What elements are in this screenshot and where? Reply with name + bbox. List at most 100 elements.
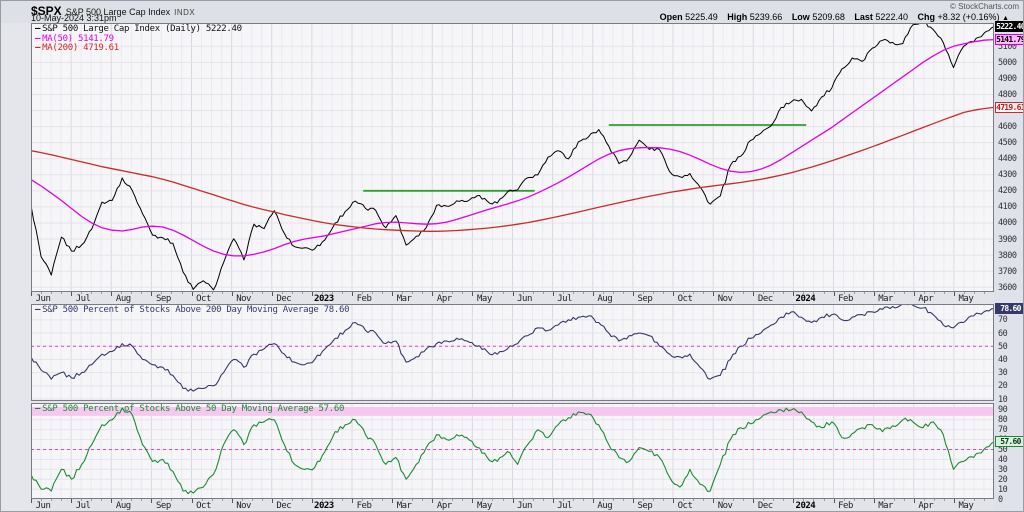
axis-tick <box>864 499 865 501</box>
high-value: 5239.66 <box>750 12 783 22</box>
breadth-50-plot <box>31 403 994 499</box>
month-label: Apr <box>427 294 461 304</box>
month-axis-bottom: JunJulAugSepOctNovDec2023FebMarAprMayJun… <box>31 499 994 512</box>
panel-legend: —S&P 500 Percent of Stocks Above 200 Day… <box>35 306 349 316</box>
axis-tick <box>904 292 905 294</box>
high-label: High <box>727 12 747 22</box>
month-label: Feb <box>829 501 863 511</box>
low-value: 5209.68 <box>812 12 845 22</box>
month-label: Mar <box>869 501 903 511</box>
month-label: Oct <box>187 294 221 304</box>
y-tick-label: 80 <box>998 415 1007 425</box>
axis-tick <box>342 292 343 294</box>
month-label: Aug <box>106 501 140 511</box>
legend-dash-icon: — <box>35 24 40 34</box>
exchange-label: INDX <box>174 8 195 17</box>
open-label: Open <box>660 12 683 22</box>
y-tick-label: 50 <box>998 342 1007 352</box>
legend-dash-icon: — <box>35 305 40 315</box>
price-plot <box>31 23 994 292</box>
month-label: Oct <box>668 294 702 304</box>
axis-tick <box>944 499 945 501</box>
chart-header: $SPXS&P 500 Large Cap IndexINDX © StockC… <box>1 1 1023 23</box>
left-gutter <box>1 23 31 512</box>
axis-tick <box>543 499 544 501</box>
last-value-box: 78.60 <box>995 303 1024 314</box>
axis-tick <box>583 292 584 294</box>
axis-tick <box>663 499 664 501</box>
month-label: Feb <box>347 501 381 511</box>
month-label: Jul <box>548 501 582 511</box>
month-label: Nov <box>708 294 742 304</box>
y-tick-label: 4000 <box>998 218 1016 228</box>
axis-tick <box>543 292 544 294</box>
legend-dash-icon: — <box>35 43 40 53</box>
chg-label: Chg <box>917 12 935 22</box>
month-label: Sep <box>628 294 662 304</box>
legend-label: MA(50) 5141.79 <box>42 34 114 44</box>
axis-tick <box>984 292 985 294</box>
axis-tick <box>984 499 985 501</box>
month-label: Jun <box>508 294 542 304</box>
y-tick-label: 10 <box>998 485 1007 495</box>
month-label: Apr <box>909 501 943 511</box>
stockcharts-spx-chart: $SPXS&P 500 Large Cap IndexINDX © StockC… <box>0 0 1024 512</box>
axis-tick <box>302 499 303 501</box>
y-tick-label: 3600 <box>998 283 1016 293</box>
month-label: Dec <box>748 501 782 511</box>
month-label: May <box>467 294 501 304</box>
month-label: Sep <box>146 501 180 511</box>
y-tick-label: 4900 <box>998 74 1016 84</box>
month-label: Aug <box>588 501 622 511</box>
axis-tick <box>222 499 223 501</box>
month-axis-top: JunJulAugSepOctNovDec2023FebMarAprMayJun… <box>31 292 994 304</box>
y-tick-label: 90 <box>998 405 1007 415</box>
y-tick-label: 3700 <box>998 267 1016 277</box>
y-tick-label: 30 <box>998 368 1007 378</box>
datetime-label: 10-May-2024 3:31pm <box>31 13 117 23</box>
month-label: Jun <box>508 501 542 511</box>
axis-tick <box>462 292 463 294</box>
axis-tick <box>623 499 624 501</box>
axis-tick <box>422 292 423 294</box>
y-tick-label: 60 <box>998 329 1007 339</box>
month-label: Oct <box>668 501 702 511</box>
month-label: May <box>949 294 983 304</box>
axis-tick <box>583 499 584 501</box>
month-label: Jun <box>31 294 60 304</box>
legend-item: —S&P 500 Percent of Stocks Above 50 Day … <box>35 405 344 415</box>
month-label: 2023 <box>307 294 341 304</box>
last-label: Last <box>854 12 873 22</box>
y-tick-label: 40 <box>998 355 1007 365</box>
axis-tick <box>743 292 744 294</box>
legend-item: —MA(200) 4719.61 <box>35 44 242 54</box>
axis-tick <box>462 499 463 501</box>
y-tick-label: 20 <box>998 475 1007 485</box>
axis-tick <box>824 292 825 294</box>
axis-tick <box>382 292 383 294</box>
month-label: Dec <box>267 294 301 304</box>
copyright-label: © StockCharts.com <box>950 2 1019 11</box>
axis-tick <box>783 499 784 501</box>
month-label: Apr <box>909 294 943 304</box>
chg-value: +8.32 (+0.16%) <box>938 12 1000 22</box>
y-tick-label: 70 <box>998 425 1007 435</box>
month-label: May <box>467 501 501 511</box>
legend-label: MA(200) 4719.61 <box>42 43 119 53</box>
month-label: Dec <box>748 294 782 304</box>
axis-tick <box>783 292 784 294</box>
legend-label: S&P 500 Large Cap Index (Daily) 5222.40 <box>42 24 242 34</box>
last-value: 5222.40 <box>875 12 908 22</box>
month-label: Dec <box>267 501 301 511</box>
month-label: Feb <box>347 294 381 304</box>
axis-tick <box>61 292 62 294</box>
month-label: Nov <box>227 501 261 511</box>
panel-legend: —S&P 500 Large Cap Index (Daily) 5222.40… <box>35 25 242 54</box>
axis-tick <box>663 292 664 294</box>
y-tick-label: 20 <box>998 381 1007 391</box>
month-label: 2024 <box>788 294 822 304</box>
month-label: Feb <box>829 294 863 304</box>
legend-dash-icon: — <box>35 34 40 44</box>
month-label: Sep <box>628 501 662 511</box>
y-tick-label: 4200 <box>998 186 1016 196</box>
